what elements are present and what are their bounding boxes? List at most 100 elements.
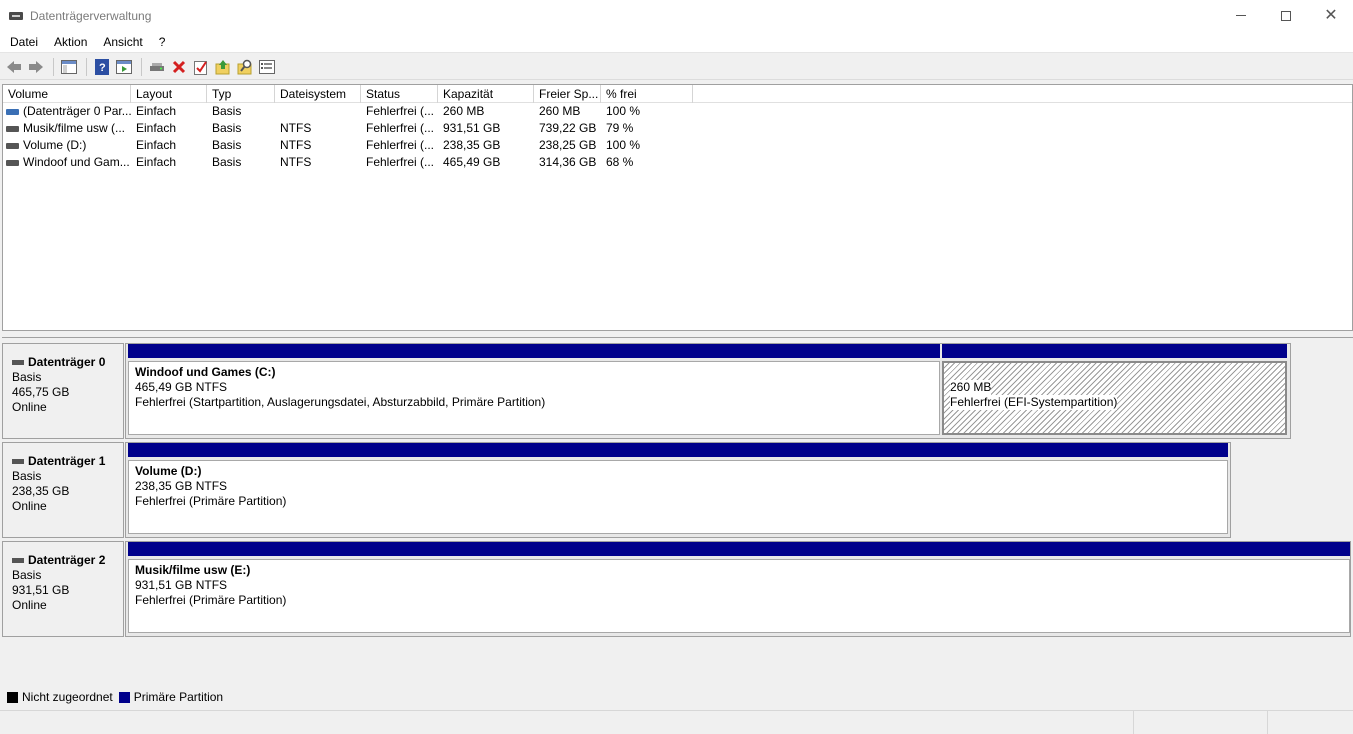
minimize-icon — [1236, 15, 1246, 16]
column-header-freier-speicher[interactable]: Freier Sp... — [534, 85, 601, 103]
table-row[interactable]: (Datenträger 0 Par... Einfach Basis Fehl… — [3, 103, 1352, 120]
partition-bar — [128, 542, 1350, 556]
disk-info-2[interactable]: Datenträger 2 Basis 931,51 GB Online — [2, 541, 124, 637]
disk-size: 931,51 GB — [12, 583, 70, 597]
minimize-button[interactable] — [1218, 0, 1264, 31]
disk-state: Online — [12, 598, 47, 612]
cell-typ: Basis — [212, 121, 242, 135]
cell-volume: Musik/filme usw (... — [23, 121, 126, 135]
disk-type: Basis — [12, 469, 42, 483]
cell-volume: (Datenträger 0 Par... — [23, 104, 131, 118]
delete-icon — [172, 60, 186, 73]
drive-icon — [6, 125, 19, 132]
forward-button[interactable] — [26, 57, 46, 77]
disk-management-app-icon — [9, 10, 23, 22]
svg-text:?: ? — [99, 62, 106, 74]
legend-swatch-unallocated — [7, 691, 18, 703]
partition-label: Volume (D:) — [135, 464, 202, 478]
cell-dateisystem: NTFS — [280, 155, 312, 169]
legend: Nicht zugeordnet Primäre Partition — [2, 688, 1353, 706]
cell-status: Fehlerfrei (... — [366, 104, 435, 118]
menu-aktion[interactable]: Aktion — [46, 31, 95, 53]
legend-label-unallocated: Nicht zugeordnet — [22, 690, 113, 704]
column-header-prozent-frei[interactable]: % frei — [601, 85, 693, 103]
partition-status: Fehlerfrei (Primäre Partition) — [135, 593, 287, 607]
partition-size: 260 MB — [950, 380, 992, 395]
cell-layout: Einfach — [136, 121, 177, 135]
cell-status: Fehlerfrei (... — [366, 121, 435, 135]
help-button[interactable]: ? — [92, 57, 112, 77]
toolbar-separator — [86, 57, 87, 76]
cell-prozent-frei: 79 % — [606, 121, 634, 135]
partition-status: Fehlerfrei (Primäre Partition) — [135, 494, 287, 508]
disk-info-0[interactable]: Datenträger 0 Basis 465,75 GB Online — [2, 343, 124, 439]
forward-icon — [29, 60, 43, 73]
table-row[interactable]: Windoof und Gam... Einfach Basis NTFS Fe… — [3, 154, 1352, 171]
toolbar-separator — [141, 57, 142, 76]
window-title: Datenträgerverwaltung — [30, 8, 152, 23]
column-header-typ[interactable]: Typ — [207, 85, 275, 103]
cell-kapazitaet: 260 MB — [443, 104, 485, 118]
column-header-dateisystem[interactable]: Dateisystem — [275, 85, 361, 103]
partition-efi[interactable]: 260 MB Fehlerfrei (EFI-Systempartition) — [942, 344, 1287, 438]
partition-status: Fehlerfrei (EFI-Systempartition) — [950, 395, 1118, 410]
column-header-status[interactable]: Status — [361, 85, 438, 103]
disk-icon — [12, 360, 24, 365]
table-row[interactable]: Volume (D:) Einfach Basis NTFS Fehlerfre… — [3, 137, 1352, 154]
disk-info-1[interactable]: Datenträger 1 Basis 238,35 GB Online — [2, 442, 124, 538]
connect-disk-button[interactable] — [147, 57, 167, 77]
cell-freier-speicher: 314,36 GB — [539, 155, 597, 169]
drive-icon — [6, 159, 19, 166]
maximize-icon — [1281, 10, 1291, 21]
column-header-layout[interactable]: Layout — [131, 85, 207, 103]
cell-freier-speicher: 739,22 GB — [539, 121, 597, 135]
partition-size: 931,51 GB NTFS — [135, 578, 228, 592]
menu-datei[interactable]: Datei — [2, 31, 46, 53]
disk-state: Online — [12, 400, 47, 414]
disk-state: Online — [12, 499, 47, 513]
partition-icon — [6, 108, 19, 115]
column-header-volume[interactable]: Volume — [3, 85, 131, 103]
status-bar — [0, 710, 1353, 734]
legend-label-primary: Primäre Partition — [133, 690, 224, 704]
column-header-kapazitaet[interactable]: Kapazität — [438, 85, 534, 103]
menu-ansicht[interactable]: Ansicht — [95, 31, 150, 53]
close-icon: ✕ — [1324, 6, 1338, 24]
partition-d[interactable]: Volume (D:) 238,35 GB NTFS Fehlerfrei (P… — [128, 443, 1228, 537]
table-row[interactable]: Musik/filme usw (... Einfach Basis NTFS … — [3, 120, 1352, 137]
cell-typ: Basis — [212, 155, 242, 169]
properties-icon — [194, 60, 207, 75]
console-tree-button[interactable] — [59, 57, 79, 77]
status-bar-divider — [1133, 711, 1134, 734]
disk-type: Basis — [12, 370, 42, 384]
partition-e[interactable]: Musik/filme usw (E:) 931,51 GB NTFS Fehl… — [128, 542, 1350, 636]
disk-partitions-0: Windoof und Games (C:) 465,49 GB NTFS Fe… — [125, 343, 1291, 439]
partition-bar — [128, 443, 1228, 457]
menu-help[interactable]: ? — [151, 31, 174, 53]
partition-bar — [128, 344, 940, 358]
disk-icon — [12, 558, 24, 563]
partition-bar — [942, 344, 1287, 358]
properties-button[interactable] — [191, 57, 211, 77]
action-pane-button[interactable] — [114, 57, 134, 77]
partition-c[interactable]: Windoof und Games (C:) 465,49 GB NTFS Fe… — [128, 344, 940, 438]
status-bar-divider — [1267, 711, 1268, 734]
delete-button[interactable] — [169, 57, 189, 77]
disk-size: 238,35 GB — [12, 484, 70, 498]
disk-type: Basis — [12, 568, 42, 582]
cell-status: Fehlerfrei (... — [366, 138, 435, 152]
volume-list-header: Volume Layout Typ Dateisystem Status Kap… — [3, 85, 1352, 103]
show-list-button[interactable] — [257, 57, 277, 77]
search-button[interactable] — [235, 57, 255, 77]
back-button[interactable] — [4, 57, 24, 77]
maximize-button[interactable] — [1263, 0, 1309, 31]
partition-status: Fehlerfrei (Startpartition, Auslagerungs… — [135, 395, 546, 409]
show-list-icon — [259, 59, 275, 74]
close-button[interactable]: ✕ — [1308, 0, 1353, 31]
toolbar-separator — [53, 57, 54, 76]
disk-name: Datenträger 0 — [28, 355, 106, 369]
export-button[interactable] — [213, 57, 233, 77]
menu-bar: Datei Aktion Ansicht ? — [0, 31, 1353, 53]
drive-icon — [6, 142, 19, 149]
help-icon: ? — [95, 58, 109, 75]
